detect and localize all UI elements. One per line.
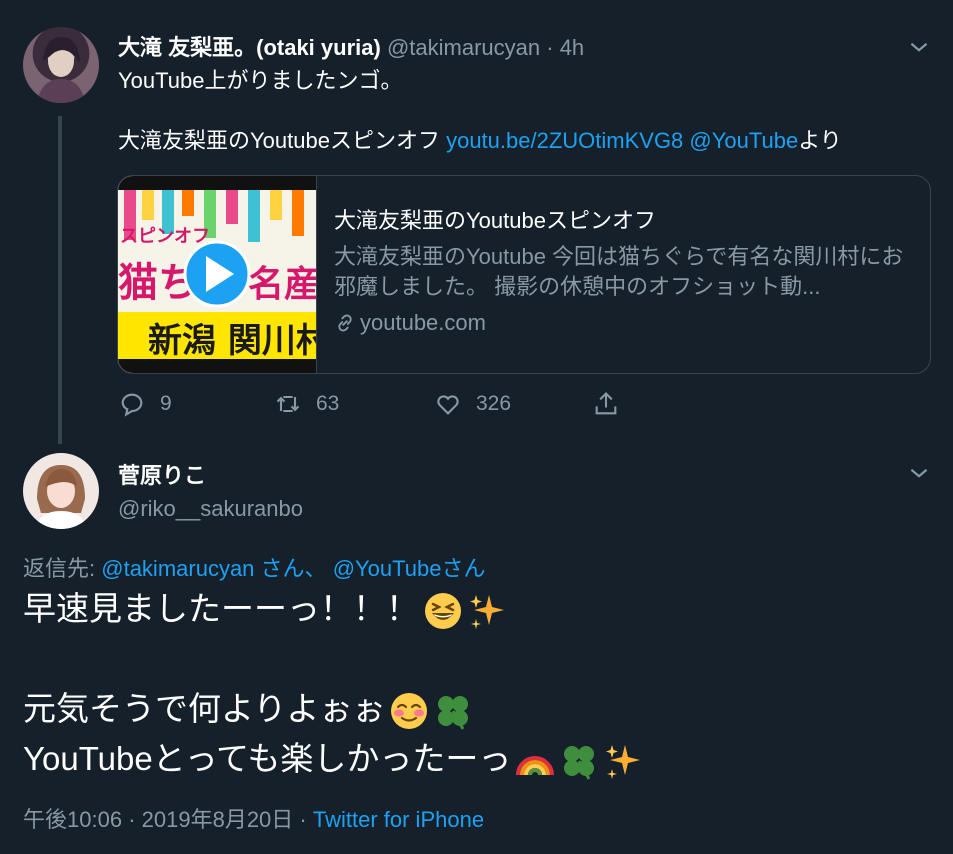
thumb-mid-right-text: 名産 <box>248 264 317 305</box>
reply-author-avatar-image <box>35 465 87 529</box>
reply-line1: 早速見ましたーーっ！！！ <box>23 584 643 634</box>
four-leaf-clover-icon <box>438 696 469 731</box>
thumb-top-text: スピンオフ <box>120 226 210 247</box>
tweet1-mention-youtube[interactable]: @YouTube <box>689 128 798 153</box>
tweet1-header: 大滝 友梨亜。(otaki yuria) @takimarucyan · 4h <box>118 30 584 62</box>
retweet-button[interactable]: 63 <box>274 390 339 418</box>
reply-san1: さん、 <box>260 556 327 581</box>
retweet-count: 63 <box>316 392 340 415</box>
tweet1-body: YouTube上がりましたンゴ。 大滝友梨亜のYoutubeスピンオフ yout… <box>118 66 842 156</box>
replying-to: 返信先: @takimarucyan さん、 @YouTubeさん <box>23 551 486 583</box>
link-icon <box>338 314 352 332</box>
reply-san2: さん <box>441 556 486 581</box>
reply-icon <box>121 393 143 417</box>
play-icon[interactable] <box>183 240 251 308</box>
grinning-squinting-face-icon <box>425 593 461 630</box>
reply-line3-text: YouTubeとっても楽しかったーっ <box>23 740 512 777</box>
retweet-icon <box>276 395 300 413</box>
reply-button[interactable]: 9 <box>118 390 172 418</box>
tweet1-handle[interactable]: @takimarucyan <box>387 35 540 60</box>
tweet1-time[interactable]: 4h <box>560 35 584 60</box>
sparkles-icon-2 <box>606 745 641 780</box>
reply-count: 9 <box>160 392 172 415</box>
reply-time[interactable]: 午後10:06 <box>23 807 122 832</box>
tweet1-display-name[interactable]: 大滝 友梨亜。(otaki yuria) <box>118 35 381 60</box>
reply-prefix: 返信先: <box>23 556 96 581</box>
like-count: 326 <box>476 392 512 415</box>
card-text: 大滝友梨亜のYoutubeスピンオフ 大滝友梨亜のYoutube 今回は猫ちぐら… <box>334 206 924 336</box>
card-title: 大滝友梨亜のYoutubeスピンオフ <box>334 208 656 233</box>
tweet1-dot: · <box>546 35 554 60</box>
tweet1-line2-text: 大滝友梨亜のYoutubeスピンオフ <box>118 128 440 153</box>
share-icon <box>595 392 617 415</box>
reply-line3: YouTubeとっても楽しかったーっ <box>23 734 643 784</box>
rainbow-icon <box>516 756 555 776</box>
tweet1-line2-suffix: より <box>798 128 842 153</box>
tweet1-youtube-link[interactable]: youtu.be/2ZUOtimKVG8 <box>446 128 683 153</box>
tweet1-line1: YouTube上がりましたンゴ。 <box>118 68 403 93</box>
four-leaf-clover-icon-2 <box>564 746 595 781</box>
link-preview-card[interactable]: スピンオフ 猫ち 名産 新潟 関川村 大滝友梨亜のYoutubeスピンオフ 大滝… <box>117 175 931 374</box>
heart-icon <box>437 395 459 415</box>
thumb-bottom-text: 新潟 関川村 <box>148 321 317 361</box>
tweet1-chevron-down-icon[interactable] <box>906 34 932 60</box>
tweet-meta: 午後10:06 · 2019年8月20日 · Twitter for iPhon… <box>23 802 484 834</box>
card-domain-text: youtube.com <box>360 310 486 335</box>
reply-line2-text: 元気そうで何よりよぉぉ <box>23 690 386 727</box>
author-avatar[interactable] <box>23 27 99 103</box>
tweet-source[interactable]: Twitter for iPhone <box>313 807 484 832</box>
reply-date[interactable]: 2019年8月20日 <box>142 807 294 832</box>
reply-mention-takimarucyan[interactable]: @takimarucyan <box>101 556 254 581</box>
author-avatar-image <box>37 37 85 103</box>
like-button[interactable]: 326 <box>434 390 511 418</box>
thread-connector-line <box>58 116 62 444</box>
reply-line2: 元気そうで何よりよぉぉ <box>23 684 643 734</box>
reply-chevron-down-icon[interactable] <box>906 460 932 486</box>
card-domain: youtube.com <box>334 310 924 336</box>
sparkles-icon <box>470 595 504 630</box>
reply-body: 早速見ましたーーっ！！！ 元気そうで何よりよぉぉ YouTubeとっても楽しかっ… <box>23 584 643 784</box>
reply-author-avatar[interactable] <box>23 453 99 529</box>
reply-handle[interactable]: @riko__sakuranbo <box>118 496 303 522</box>
reply-line1-text: 早速見ましたーーっ！！！ <box>23 590 419 627</box>
tweet1-line2: 大滝友梨亜のYoutubeスピンオフ youtu.be/2ZUOtimKVG8 … <box>118 126 842 156</box>
reply-display-name[interactable]: 菅原りこ <box>118 458 206 490</box>
reply-mention-youtube[interactable]: @YouTube <box>333 556 442 581</box>
share-button[interactable] <box>592 390 620 418</box>
meta-dot-2: · <box>299 807 307 832</box>
card-description: 大滝友梨亜のYoutube 今回は猫ちぐらで有名な関川村にお邪魔しました。 撮影… <box>334 244 904 299</box>
tweet1-action-bar: 9 63 326 <box>118 390 638 422</box>
smiling-face-icon <box>391 693 428 730</box>
meta-dot: · <box>128 807 136 832</box>
card-thumbnail: スピンオフ 猫ち 名産 新潟 関川村 <box>118 176 317 373</box>
